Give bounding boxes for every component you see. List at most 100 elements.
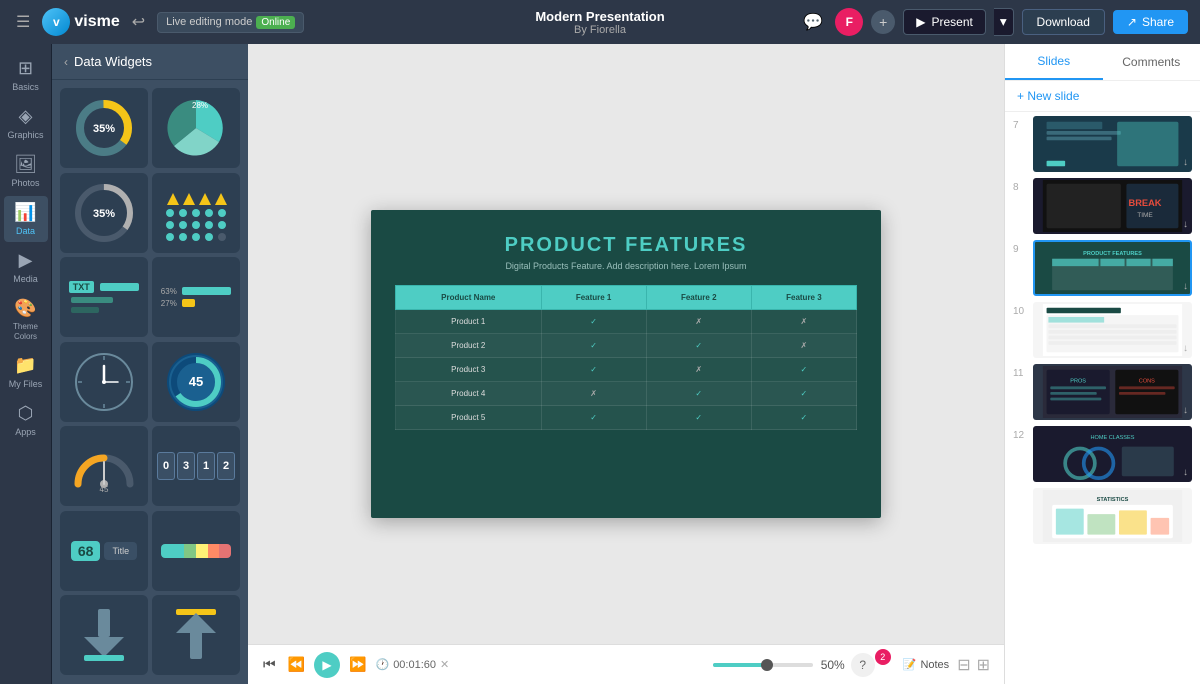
step-back-button[interactable]: ⏪ <box>285 653 308 676</box>
slide-canvas[interactable]: PRODUCT FEATURES Digital Products Featur… <box>371 210 881 518</box>
widgets-panel: ‹ Data Widgets 35% 28% <box>52 44 248 684</box>
widget-multi-progress[interactable]: 63% 27% <box>152 257 240 337</box>
topbar-center: Modern Presentation By Fiorella <box>535 9 664 36</box>
tab-comments[interactable]: Comments <box>1103 44 1200 80</box>
widget-counter[interactable]: 0 3 1 2 <box>152 426 240 506</box>
widget-radial-gauge[interactable]: 45 <box>152 342 240 422</box>
share-button[interactable]: ↗ Share <box>1113 10 1188 34</box>
slide-export-icon-7: ↓ <box>1183 157 1188 168</box>
svg-text:CONS: CONS <box>1139 379 1155 385</box>
graphics-icon: ◈ <box>19 106 33 127</box>
widget-dot-matrix[interactable] <box>152 173 240 253</box>
tool-photos[interactable]: 🖼 Photos <box>4 148 48 194</box>
topbar-left: ☰ v visme ↩ Live editing mode Online <box>12 8 304 36</box>
list-view-button[interactable]: ⊟ <box>955 653 972 677</box>
widget-color-bars[interactable] <box>152 511 240 591</box>
svg-text:28%: 28% <box>192 101 208 110</box>
notes-button[interactable]: 📝 Notes <box>903 658 949 671</box>
hamburger-menu-button[interactable]: ☰ <box>12 8 34 36</box>
comment-icon-button[interactable]: 💬 <box>799 8 827 36</box>
widget-number-title[interactable]: 68 Title <box>60 511 148 591</box>
slides-list: 7 ↓ <box>1005 112 1200 684</box>
widget-speedometer[interactable]: 45 <box>60 426 148 506</box>
online-status-dot: Online <box>256 16 295 29</box>
widget-pie-chart[interactable]: 28% <box>152 88 240 168</box>
slide-thumb-7[interactable]: ↓ <box>1033 116 1192 172</box>
slide-thumb-11[interactable]: PROS CONS ↓ <box>1033 364 1192 420</box>
slide-thumb-10[interactable]: ↓ <box>1033 302 1192 358</box>
present-button[interactable]: ▶ Present <box>903 9 986 35</box>
slide-item-9[interactable]: 9 PRODUCT FEATURES ↓ <box>1013 240 1192 296</box>
zoom-slider-thumb[interactable] <box>761 659 773 671</box>
presentation-subtitle: By Fiorella <box>535 24 664 36</box>
add-collaborator-button[interactable]: + <box>871 10 895 34</box>
user-avatar-button[interactable]: F <box>835 8 863 36</box>
slide-thumb-9[interactable]: PRODUCT FEATURES ↓ <box>1033 240 1192 296</box>
tool-basics[interactable]: ⊞ Basics <box>4 52 48 98</box>
widget-text-progress[interactable]: TXT <box>60 257 148 337</box>
table-header-product: Product Name <box>396 286 542 310</box>
help-button[interactable]: ? <box>851 653 875 677</box>
back-arrow-icon[interactable]: ‹ <box>64 55 68 69</box>
slide-item-13[interactable]: STATISTICS <box>1013 488 1192 544</box>
table-cell-product: Product 2 <box>396 334 542 358</box>
slide-item-11[interactable]: 11 PROS CONS <box>1013 364 1192 420</box>
editing-mode-badge: Live editing mode Online <box>157 12 304 33</box>
tool-apps[interactable]: ⬡ Apps <box>4 397 48 443</box>
undo-button[interactable]: ↩ <box>128 8 149 36</box>
table-header-feature2: Feature 2 <box>646 286 751 310</box>
svg-text:HOME CLASSES: HOME CLASSES <box>1091 435 1135 441</box>
close-time-button[interactable]: ✕ <box>440 658 449 671</box>
slide-thumb-8[interactable]: BREAK TIME ↓ <box>1033 178 1192 234</box>
widget-donut-chart[interactable]: 35% <box>60 88 148 168</box>
share-label: Share <box>1142 15 1174 29</box>
notification-badge: 2 <box>875 649 891 665</box>
widget-upload-arrow[interactable] <box>152 595 240 675</box>
download-button[interactable]: Download <box>1022 9 1105 35</box>
slide-item-7[interactable]: 7 ↓ <box>1013 116 1192 172</box>
main-area: ⊞ Basics ◈ Graphics 🖼 Photos 📊 Data ▶ Me… <box>0 44 1200 684</box>
table-cell-feature: ✓ <box>646 406 751 430</box>
tool-media-label: Media <box>13 274 38 284</box>
table-cell-product: Product 5 <box>396 406 542 430</box>
slide-thumb-13[interactable]: STATISTICS <box>1033 488 1192 544</box>
svg-text:35%: 35% <box>93 208 115 220</box>
tab-slides[interactable]: Slides <box>1005 44 1103 80</box>
slide-item-12[interactable]: 12 HOME CLASSES ↓ <box>1013 426 1192 482</box>
widget-analog-clock[interactable] <box>60 342 148 422</box>
table-cell-product: Product 4 <box>396 382 542 406</box>
slide-item-10[interactable]: 10 ↓ <box>1013 302 1192 358</box>
tool-data[interactable]: 📊 Data <box>4 196 48 242</box>
present-caret-button[interactable]: ▾ <box>994 8 1014 36</box>
slide-item-8[interactable]: 8 BREAK TIME ↓ <box>1013 178 1192 234</box>
slide-thumb-12[interactable]: HOME CLASSES ↓ <box>1033 426 1192 482</box>
widgets-panel-title: Data Widgets <box>74 54 152 69</box>
tool-theme-colors[interactable]: 🎨 Theme Colors <box>4 292 48 347</box>
tool-apps-label: Apps <box>15 427 36 437</box>
table-cell-feature: ✗ <box>751 334 856 358</box>
tool-media[interactable]: ▶ Media <box>4 244 48 290</box>
step-forward-button[interactable]: ⏩ <box>346 653 369 676</box>
tool-my-files[interactable]: 📁 My Files <box>4 349 48 395</box>
svg-text:PRODUCT FEATURES: PRODUCT FEATURES <box>1083 251 1142 257</box>
prev-frame-button[interactable]: ⏮ <box>260 653 279 676</box>
widget-ring-chart[interactable]: 35% <box>60 173 148 253</box>
visme-logo: v visme <box>42 8 119 36</box>
new-slide-button[interactable]: + New slide <box>1005 81 1200 112</box>
grid-view-button[interactable]: ⊞ <box>975 653 992 677</box>
slide-thumb-12-img: HOME CLASSES <box>1035 428 1190 480</box>
slide-number-7: 7 <box>1013 116 1027 131</box>
notes-icon: 📝 <box>903 658 917 671</box>
widget-download-arrow[interactable] <box>60 595 148 675</box>
apps-icon: ⬡ <box>18 403 34 424</box>
tool-graphics[interactable]: ◈ Graphics <box>4 100 48 146</box>
table-header-feature1: Feature 1 <box>541 286 646 310</box>
tool-basics-label: Basics <box>12 82 39 92</box>
play-button[interactable]: ▶ <box>314 652 340 678</box>
time-display: 🕐 00:01:60 ✕ <box>375 658 449 671</box>
table-row: Product 3✓✗✓ <box>396 358 857 382</box>
play-icon: ▶ <box>916 15 925 29</box>
table-cell-product: Product 1 <box>396 310 542 334</box>
table-cell-feature: ✓ <box>646 334 751 358</box>
table-row: Product 5✓✓✓ <box>396 406 857 430</box>
